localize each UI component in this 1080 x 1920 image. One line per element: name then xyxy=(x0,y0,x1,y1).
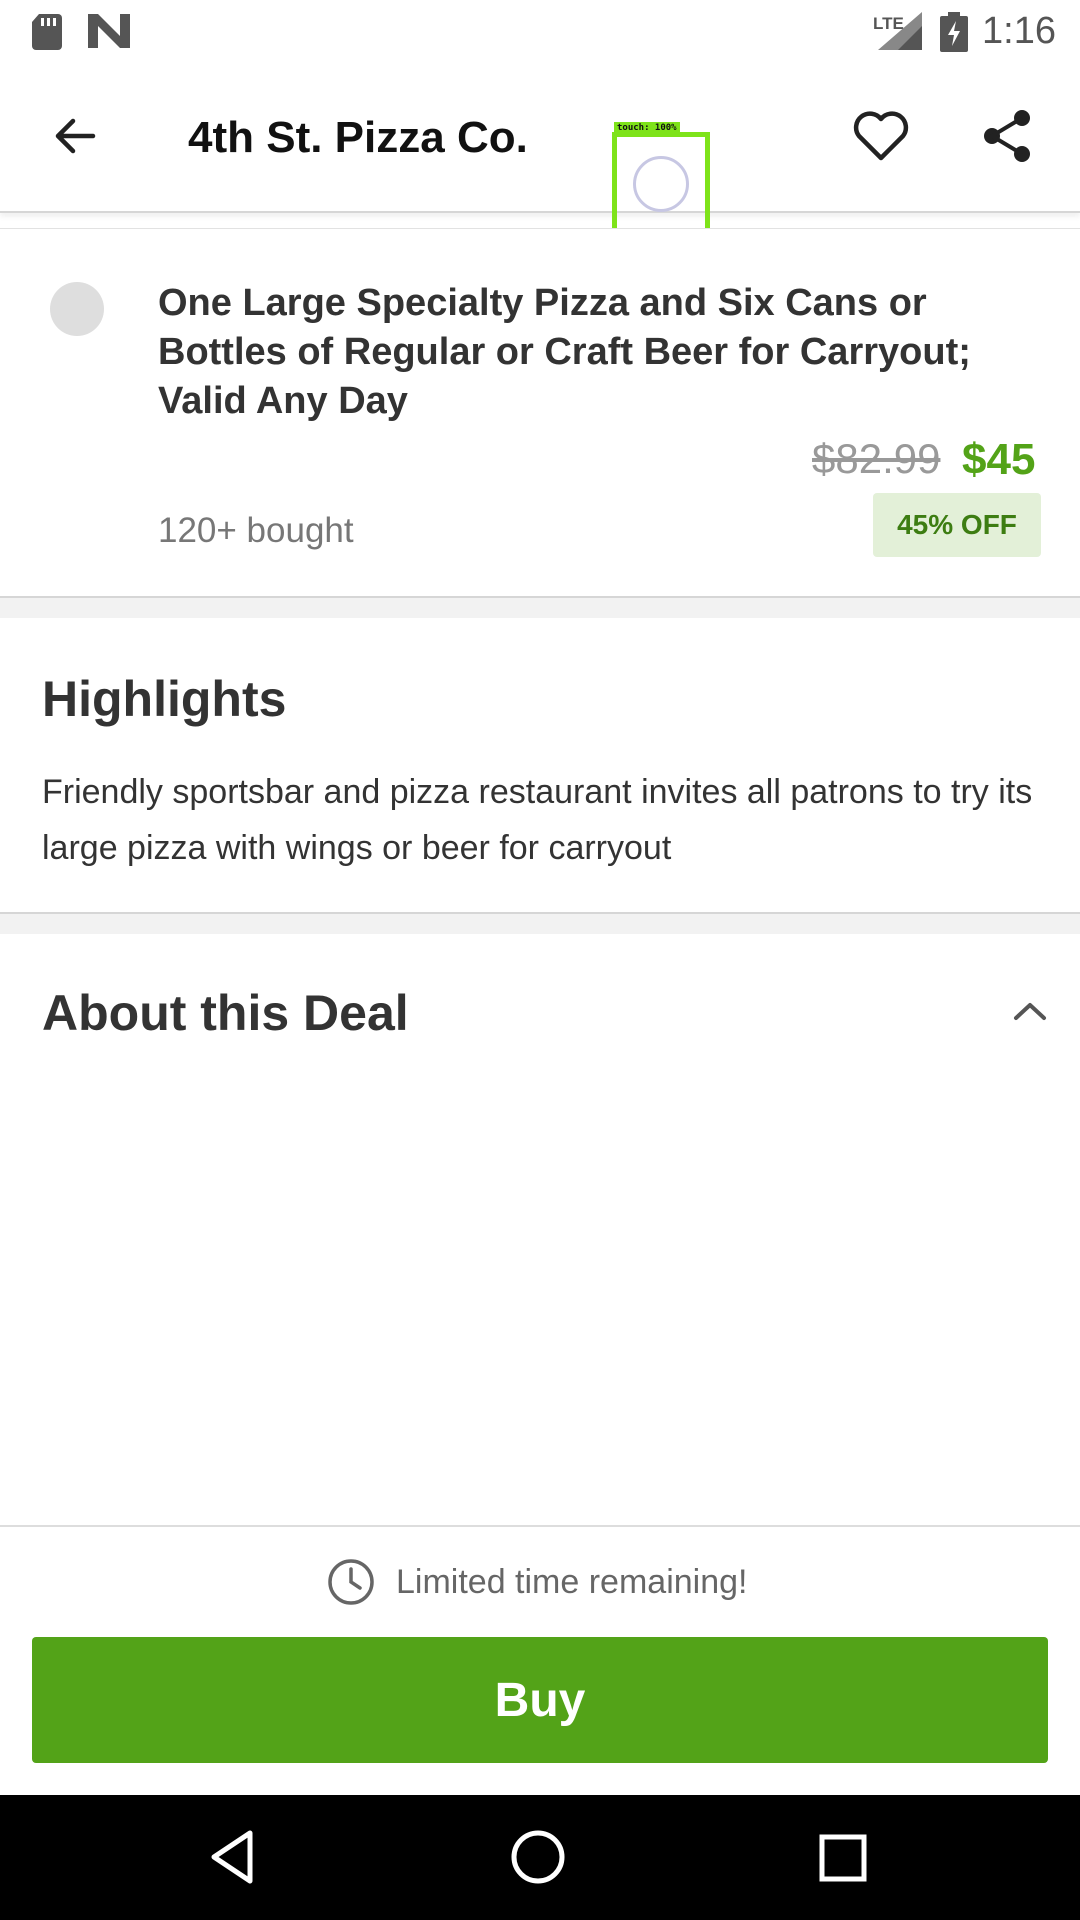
back-arrow-icon xyxy=(51,112,99,165)
section-divider xyxy=(0,912,1080,934)
collapse-toggle[interactable] xyxy=(1000,988,1060,1038)
option-radio-button[interactable] xyxy=(50,282,104,336)
chevron-up-icon xyxy=(1012,1000,1048,1027)
clock-time: 1:16 xyxy=(982,10,1056,52)
about-heading[interactable]: About this Deal xyxy=(42,984,409,1042)
highlights-text: Friendly sportsbar and pizza restaurant … xyxy=(42,773,1033,867)
share-icon xyxy=(981,108,1033,169)
original-price: $82.99 xyxy=(812,435,941,482)
heart-icon xyxy=(853,110,909,167)
status-bar: LTE 1:16 xyxy=(0,0,1080,63)
back-button[interactable] xyxy=(40,103,110,173)
about-section: About this Deal xyxy=(0,934,1080,1524)
clock-icon xyxy=(326,1557,376,1612)
navigation-bar xyxy=(0,1795,1080,1920)
nav-home-icon[interactable] xyxy=(506,1825,570,1894)
discount-badge: 45% OFF xyxy=(873,493,1041,557)
highlights-section: Highlights Friendly sportsbar and pizza … xyxy=(0,618,1080,912)
nav-recents-icon[interactable] xyxy=(810,1825,874,1894)
highlights-heading: Highlights xyxy=(42,671,287,727)
page-title: 4th St. Pizza Co. xyxy=(188,113,528,162)
nav-back-icon[interactable] xyxy=(200,1825,270,1894)
battery-charging-icon xyxy=(940,12,968,57)
favorite-button[interactable] xyxy=(846,103,916,173)
touch-point-circle xyxy=(633,156,689,212)
section-divider xyxy=(0,596,1080,618)
n-logo-icon xyxy=(88,14,130,53)
buy-button[interactable]: Buy xyxy=(32,1637,1048,1763)
bought-count: 120+ bought xyxy=(158,511,354,550)
share-button[interactable] xyxy=(972,103,1042,173)
app-bar: 4th St. Pizza Co. xyxy=(0,63,1080,213)
option-title: One Large Specialty Pizza and Six Cans o… xyxy=(158,282,971,422)
buy-bar: Limited time remaining! Buy xyxy=(0,1525,1080,1795)
sale-price: $45 xyxy=(962,435,1036,484)
sd-card-icon xyxy=(32,14,62,55)
touch-indicator-label: touch: 100% xyxy=(614,122,680,134)
deal-option[interactable]: One Large Specialty Pizza and Six Cans o… xyxy=(0,228,1080,599)
signal-icon xyxy=(878,12,922,55)
limited-time-text: Limited time remaining! xyxy=(396,1563,748,1601)
